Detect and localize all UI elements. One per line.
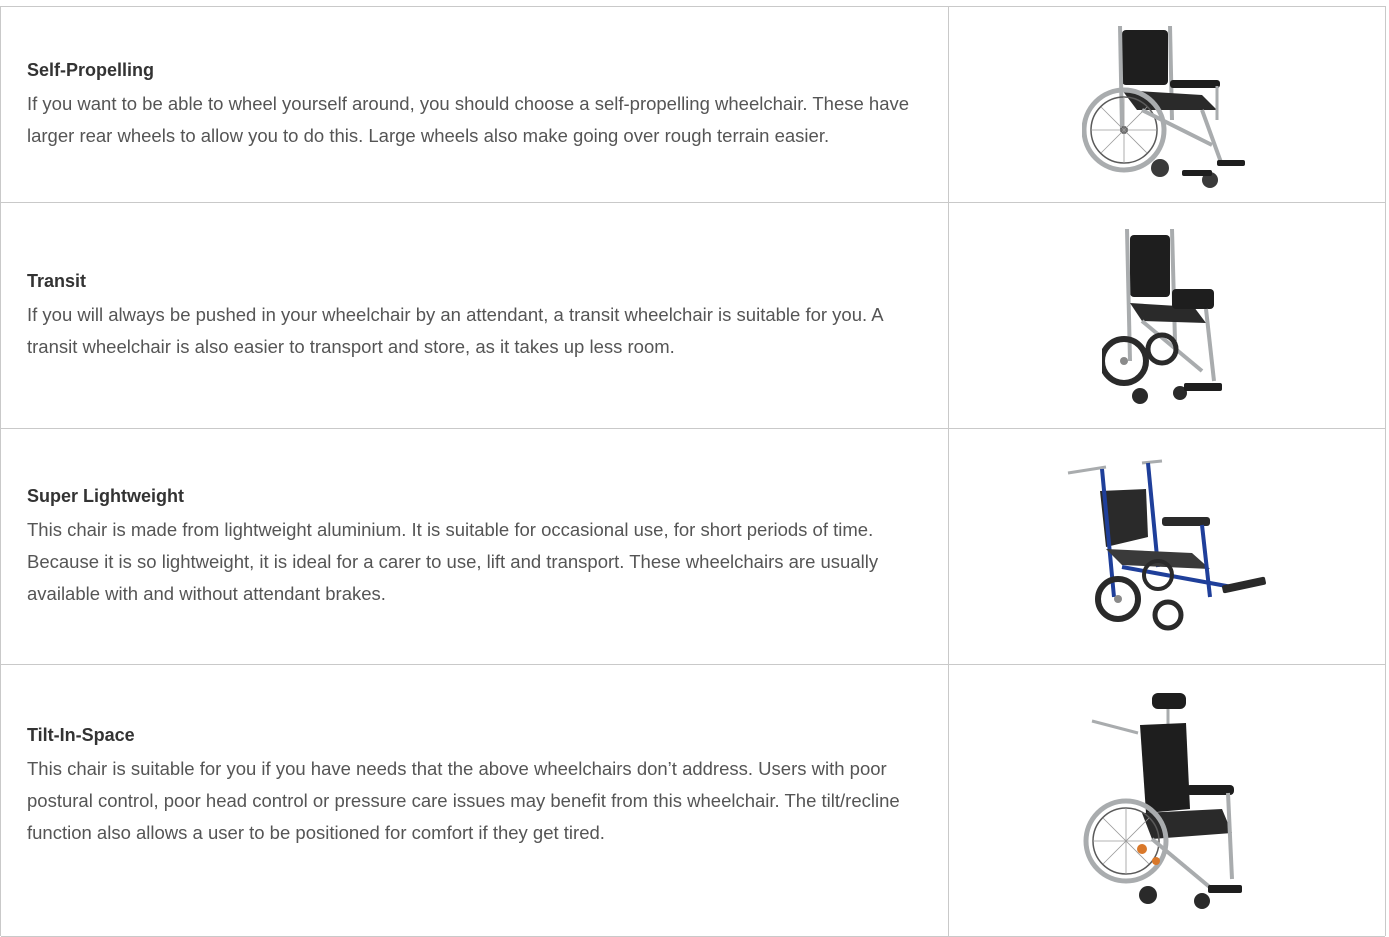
transit-wheelchair-icon: [1102, 228, 1222, 404]
table-row: Tilt-In-Space This chair is suitable for…: [1, 665, 1385, 937]
row-title: Super Lightweight: [27, 485, 184, 506]
row-image-cell: [949, 429, 1385, 664]
lightweight-wheelchair-icon: [1067, 459, 1266, 630]
row-image-cell: [949, 203, 1385, 428]
self-propelling-wheelchair-icon: [1082, 25, 1245, 188]
row-description: This chair is suitable for you if you ha…: [27, 758, 900, 843]
row-description: If you will always be pushed in your whe…: [27, 303, 883, 357]
wheelchair-types-table: Self-Propelling If you want to be able t…: [0, 6, 1386, 937]
table-row: Super Lightweight This chair is made fro…: [1, 429, 1385, 665]
row-title: Tilt-In-Space: [27, 725, 135, 745]
row-title: Transit: [27, 270, 87, 291]
row-description: This chair is made from lightweight alum…: [27, 518, 879, 604]
row-text-cell: Tilt-In-Space This chair is suitable for…: [1, 665, 949, 936]
row-image-cell: [949, 7, 1385, 202]
row-text-cell: Transit If you will always be pushed in …: [1, 203, 949, 428]
row-image-cell: [949, 665, 1385, 936]
row-text-cell: Self-Propelling If you want to be able t…: [1, 7, 949, 202]
row-title: Self-Propelling: [27, 59, 155, 80]
row-text-cell: Super Lightweight This chair is made fro…: [1, 429, 949, 664]
table-row: Self-Propelling If you want to be able t…: [1, 7, 1385, 203]
table-row: Transit If you will always be pushed in …: [1, 203, 1385, 429]
row-description: If you want to be able to wheel yourself…: [27, 92, 910, 146]
tilt-in-space-wheelchair-icon: [1083, 693, 1242, 909]
